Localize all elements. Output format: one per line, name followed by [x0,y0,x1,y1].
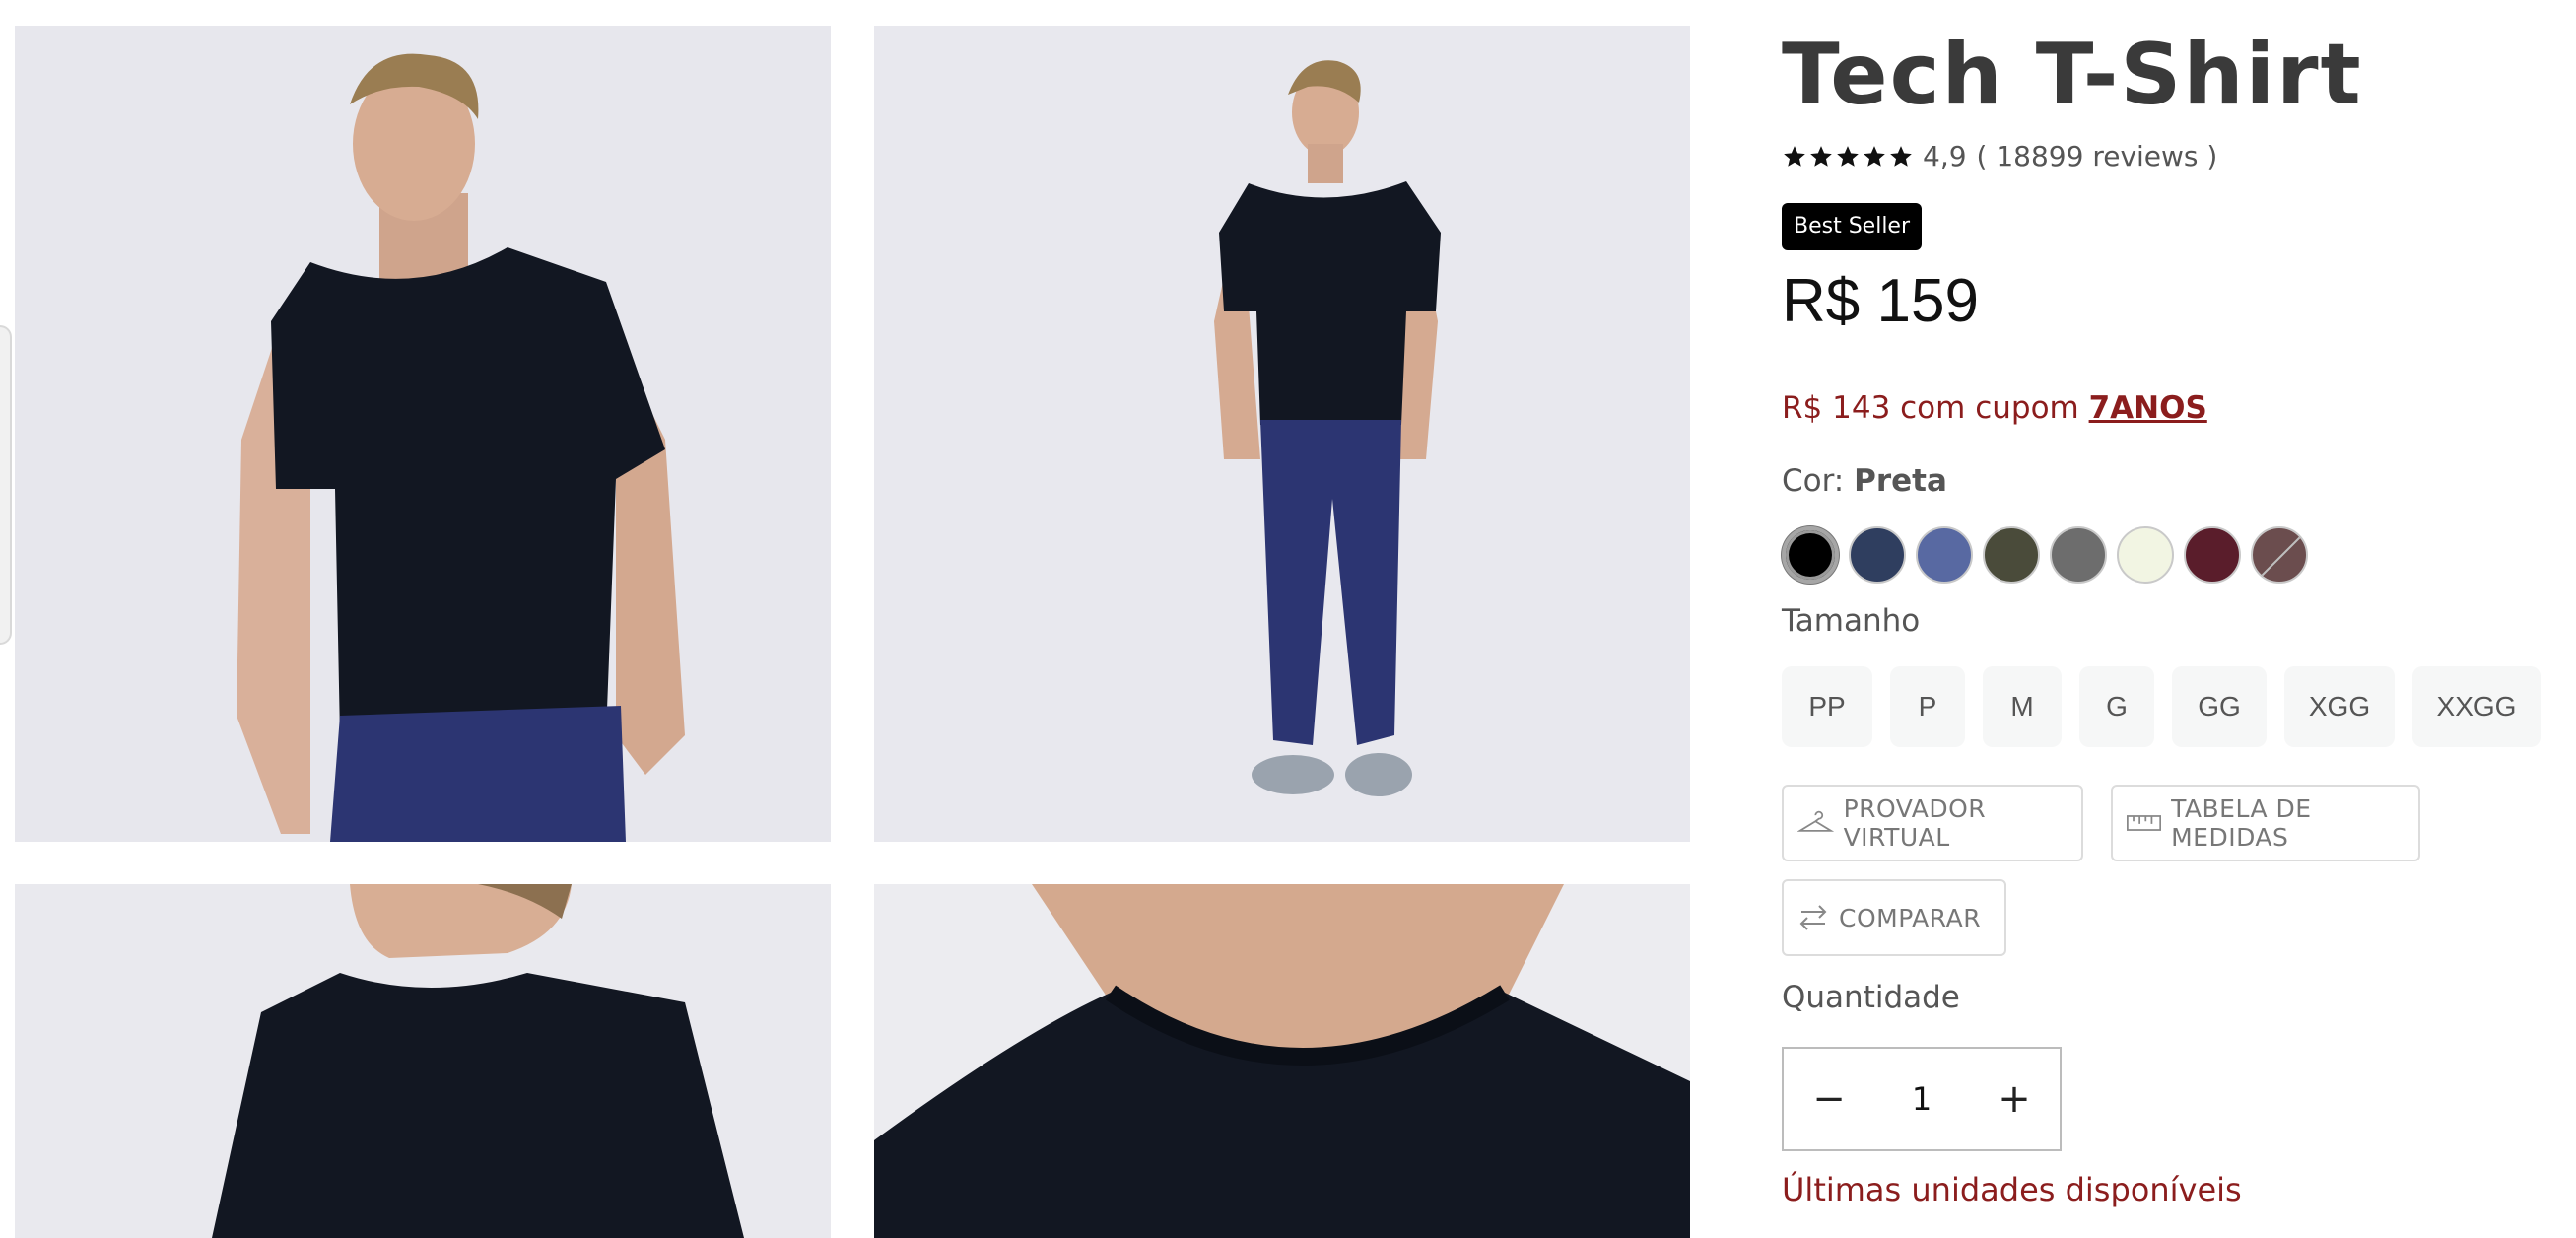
increment-button[interactable]: + [1969,1049,2060,1149]
color-swatch[interactable] [2117,526,2174,584]
product-photo-full-body[interactable] [874,26,1690,842]
size-option[interactable]: G [2079,666,2154,747]
color-swatches [1782,526,2318,584]
quantity-stepper: − 1 + [1782,1047,2062,1151]
compare-label: COMPARAR [1839,903,1982,932]
size-options: PP P M G GG XGG XXGG [1782,666,2558,747]
best-seller-badge: Best Seller [1782,203,1923,250]
product-photo-collar-detail[interactable] [874,884,1690,1238]
star-icon [1810,145,1832,167]
size-option[interactable]: M [1983,666,2062,747]
model-front-illustration [15,26,831,842]
color-swatch[interactable] [2184,526,2241,584]
color-swatch[interactable] [1782,526,1839,584]
quantity-label: Quantidade [1782,980,1960,1015]
color-swatch[interactable] [1983,526,2040,584]
size-table-label: TABELA DE MEDIDAS [2171,794,2312,852]
compare-button[interactable]: COMPARAR [1782,879,2006,956]
ruler-icon [2127,815,2162,831]
size-label: Tamanho [1782,603,1921,639]
rating-stars [1782,144,1915,170]
star-icon [1890,145,1912,167]
model-full-body-illustration [874,26,1690,842]
color-swatch[interactable] [2251,526,2308,584]
star-icon [1837,145,1859,167]
model-back-illustration [15,884,831,1238]
coupon-price-line: R$ 143 com cupom 7ANOS [1782,390,2207,426]
selected-color-name: Preta [1854,463,1947,499]
hanger-icon [1797,810,1834,832]
size-option[interactable]: PP [1782,666,1872,747]
decrement-button[interactable]: − [1784,1049,1874,1149]
color-swatch[interactable] [2050,526,2107,584]
star-icon [1784,145,1805,167]
unavailable-slash [2255,531,2306,582]
color-label-prefix: Cor: [1782,463,1855,499]
coupon-code-link[interactable]: 7ANOS [2089,390,2207,426]
quantity-value[interactable]: 1 [1912,1080,1932,1118]
product-price: R$ 159 [1782,267,1979,335]
color-label: Cor: Preta [1782,463,1947,499]
star-icon [1864,145,1885,167]
collar-detail-illustration [874,884,1690,1238]
virtual-fitting-button[interactable]: PROVADOR VIRTUAL [1782,785,2083,861]
size-option[interactable]: GG [2172,666,2267,747]
size-option[interactable]: XXGG [2412,666,2541,747]
size-table-button[interactable]: TABELA DE MEDIDAS [2111,785,2420,861]
product-photo-back[interactable] [15,884,831,1238]
coupon-text: R$ 143 com cupom [1782,390,2089,426]
rating-row[interactable]: 4,9 ( 18899 reviews ) [1782,140,2217,172]
product-photo-front-closeup[interactable] [15,26,831,842]
color-swatch[interactable] [1849,526,1906,584]
stock-message: Últimas unidades disponíveis [1782,1171,2242,1208]
compare-arrows-icon [1799,905,1827,930]
size-option[interactable]: XGG [2284,666,2395,747]
rating-value: 4,9 [1923,140,1967,172]
review-count: ( 18899 reviews ) [1976,140,2218,172]
side-drawer-tab[interactable] [0,325,12,645]
size-option[interactable]: P [1890,666,1965,747]
product-title: Tech T-Shirt [1782,26,2363,124]
color-swatch[interactable] [1916,526,1973,584]
virtual-fitting-label: PROVADOR VIRTUAL [1843,794,1987,852]
